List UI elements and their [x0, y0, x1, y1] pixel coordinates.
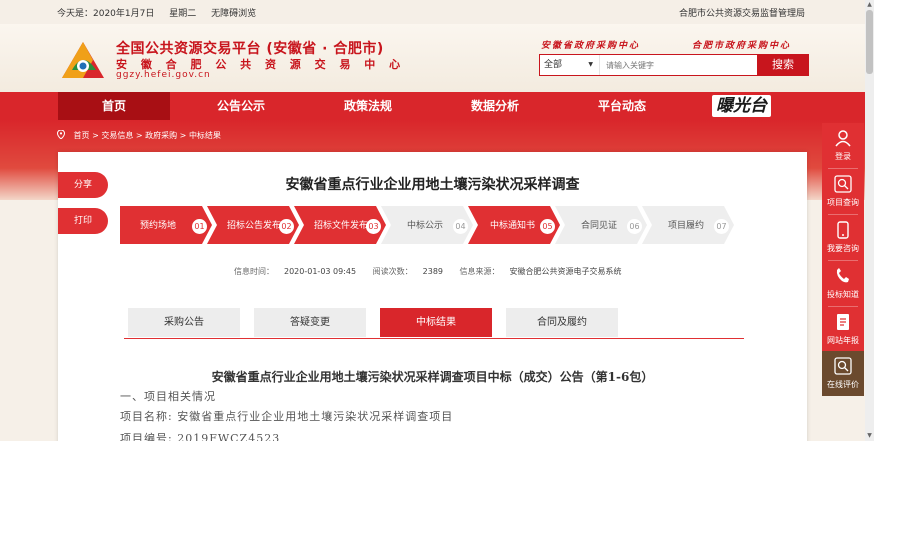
- date-info: 今天是：2020年1月7日 星期二 无障碍浏览: [57, 6, 268, 19]
- search-icon: [834, 175, 852, 193]
- step-label: 招标公告发布: [227, 221, 282, 231]
- bidding-guide-button[interactable]: 投标知道: [822, 261, 864, 306]
- consult-label: 我要咨询: [827, 244, 859, 253]
- right-float-bar: 登录 项目查询 我要咨询 投标知道 网站年报 在线评价: [822, 123, 864, 396]
- online-evaluation-button[interactable]: 在线评价: [822, 351, 864, 396]
- step-label: 中标通知书: [490, 221, 536, 231]
- breadcrumb-trade-info[interactable]: 交易信息: [101, 131, 133, 140]
- document-project-name: 项目名称: 安徽省重点行业企业用地土壤污染状况采样调查项目: [120, 410, 454, 423]
- site-header: 全国公共资源交易平台 (安徽省 · 合肥市) 安 徽 合 肥 公 共 资 源 交…: [0, 24, 865, 92]
- bidding-guide-label: 投标知道: [827, 290, 859, 299]
- phone-icon: [836, 268, 849, 283]
- nav-item-platform-news[interactable]: 平台动态: [566, 92, 678, 120]
- document-icon: [837, 314, 849, 330]
- exposure-platform-logo[interactable]: 曝光台: [712, 95, 771, 117]
- project-search-button[interactable]: 项目查询: [822, 169, 864, 214]
- scroll-down-icon[interactable]: ▼: [865, 431, 874, 441]
- share-button[interactable]: 分享: [58, 172, 108, 198]
- caret-down-icon: ▼: [588, 61, 593, 68]
- nav-item-data-analysis[interactable]: 数据分析: [439, 92, 551, 120]
- step-2: 招标公告发布 02: [207, 206, 299, 244]
- login-label: 登录: [835, 152, 851, 161]
- tab-qa-changes[interactable]: 答疑变更: [254, 308, 366, 337]
- step-number: 02: [279, 219, 294, 234]
- search-category-select[interactable]: 全部 ▼: [540, 55, 600, 75]
- progress-steps: 预约场地 01 招标公告发布 02 招标文件发布 03 中标公示 04 中标通知…: [120, 206, 740, 244]
- date-label: 今天是：2020年1月7日: [57, 9, 155, 19]
- source-label: 信息来源：: [459, 267, 500, 276]
- nav-item-policies[interactable]: 政策法规: [312, 92, 424, 120]
- document-title: 安徽省重点行业企业用地土壤污染状况采样调查项目中标（成交）公告（第1-6包）: [211, 370, 654, 384]
- step-number: 01: [192, 219, 207, 234]
- mobile-phone-icon: [837, 221, 849, 239]
- browser-viewport: 今天是：2020年1月7日 星期二 无障碍浏览 合肥市公共资源交易监督管理局 全…: [0, 0, 865, 441]
- breadcrumb-home[interactable]: 首页: [74, 131, 90, 140]
- tab-award-result[interactable]: 中标结果: [380, 308, 492, 337]
- breadcrumb: 首页 > 交易信息 > 政府采购 > 中标结果: [57, 130, 221, 141]
- search-category-value: 全部: [544, 60, 563, 70]
- step-number: 04: [453, 219, 468, 234]
- tab-contract-performance[interactable]: 合同及履约: [506, 308, 618, 337]
- document-section-heading: 一、项目相关情况: [120, 390, 216, 403]
- views-value: 2389: [422, 267, 443, 276]
- step-4: 中标公示 04: [381, 206, 473, 244]
- site-logo-icon[interactable]: [60, 40, 106, 80]
- top-info-bar: 今天是：2020年1月7日 星期二 无障碍浏览 合肥市公共资源交易监督管理局: [0, 0, 865, 24]
- content-tabs: 采购公告 答疑变更 中标结果 合同及履约: [124, 308, 744, 339]
- step-label: 合同见证: [581, 221, 618, 231]
- tab-procurement-notice[interactable]: 采购公告: [128, 308, 240, 337]
- search-box: 全部 ▼ 搜索: [539, 54, 809, 76]
- login-button[interactable]: 登录: [822, 123, 864, 168]
- step-3: 招标文件发布 03: [294, 206, 386, 244]
- user-icon: [835, 130, 851, 147]
- project-search-label: 项目查询: [827, 198, 859, 207]
- article-meta: 信息时间： 2020-01-03 09:45 阅读次数： 2389 信息来源： 安徽合…: [234, 266, 636, 277]
- source-value: 安徽合肥公共资源电子交易系统: [509, 267, 622, 276]
- step-label: 项目履约: [668, 221, 705, 231]
- search-icon: [834, 357, 852, 375]
- page-title: 安徽省重点行业企业用地土壤污染状况采样调查: [285, 177, 580, 193]
- page-scrollbar[interactable]: ▲ ▼: [865, 0, 874, 441]
- scroll-up-icon[interactable]: ▲: [865, 0, 874, 10]
- annual-report-button[interactable]: 网站年报: [822, 307, 864, 352]
- accessibility-link[interactable]: 无障碍浏览: [211, 9, 256, 19]
- consult-button[interactable]: 我要咨询: [822, 215, 864, 260]
- info-time-label: 信息时间：: [234, 267, 274, 276]
- step-5: 中标通知书 05: [468, 206, 560, 244]
- nav-item-home[interactable]: 首页: [58, 92, 170, 120]
- search-input[interactable]: [602, 57, 760, 73]
- step-label: 中标公示: [407, 221, 444, 231]
- city-procurement-link[interactable]: 合肥市政府采购中心: [692, 38, 791, 51]
- nav-item-notices[interactable]: 公告公示: [185, 92, 297, 120]
- step-6: 合同见证 06: [555, 206, 647, 244]
- breadcrumb-procurement[interactable]: 政府采购: [145, 131, 177, 140]
- document-project-code: 项目编号: 2019FWCZ4523: [120, 432, 281, 441]
- site-url: ggzy.hefei.gov.cn: [116, 70, 211, 80]
- location-pin-icon: [57, 130, 65, 139]
- annual-report-label: 网站年报: [827, 336, 859, 345]
- breadcrumb-current: 中标结果: [188, 131, 221, 140]
- scroll-thumb[interactable]: [866, 10, 873, 74]
- province-procurement-link[interactable]: 安徽省政府采购中心: [541, 38, 640, 51]
- step-7: 项目履约 07: [642, 206, 734, 244]
- weekday-label: 星期二: [169, 9, 197, 19]
- views-label: 阅读次数：: [372, 267, 413, 276]
- step-number: 05: [540, 219, 555, 234]
- step-label: 招标文件发布: [314, 221, 369, 231]
- info-time-value: 2020-01-03 09:45: [284, 267, 357, 276]
- print-button[interactable]: 打印: [58, 208, 108, 234]
- step-1: 预约场地 01: [120, 206, 212, 244]
- content-card: 安徽省重点行业企业用地土壤污染状况采样调查 预约场地 01 招标公告发布 02 …: [58, 152, 807, 441]
- main-nav: 首页 公告公示 政策法规 数据分析 平台动态 曝光台: [0, 92, 865, 120]
- agency-link[interactable]: 合肥市公共资源交易监督管理局: [679, 6, 805, 19]
- step-number: 07: [714, 219, 729, 234]
- site-title: 全国公共资源交易平台 (安徽省 · 合肥市): [116, 41, 384, 57]
- step-label: 预约场地: [140, 221, 177, 231]
- online-evaluation-label: 在线评价: [827, 380, 859, 389]
- step-number: 03: [366, 219, 381, 234]
- step-number: 06: [627, 219, 642, 234]
- search-button[interactable]: 搜索: [757, 54, 809, 76]
